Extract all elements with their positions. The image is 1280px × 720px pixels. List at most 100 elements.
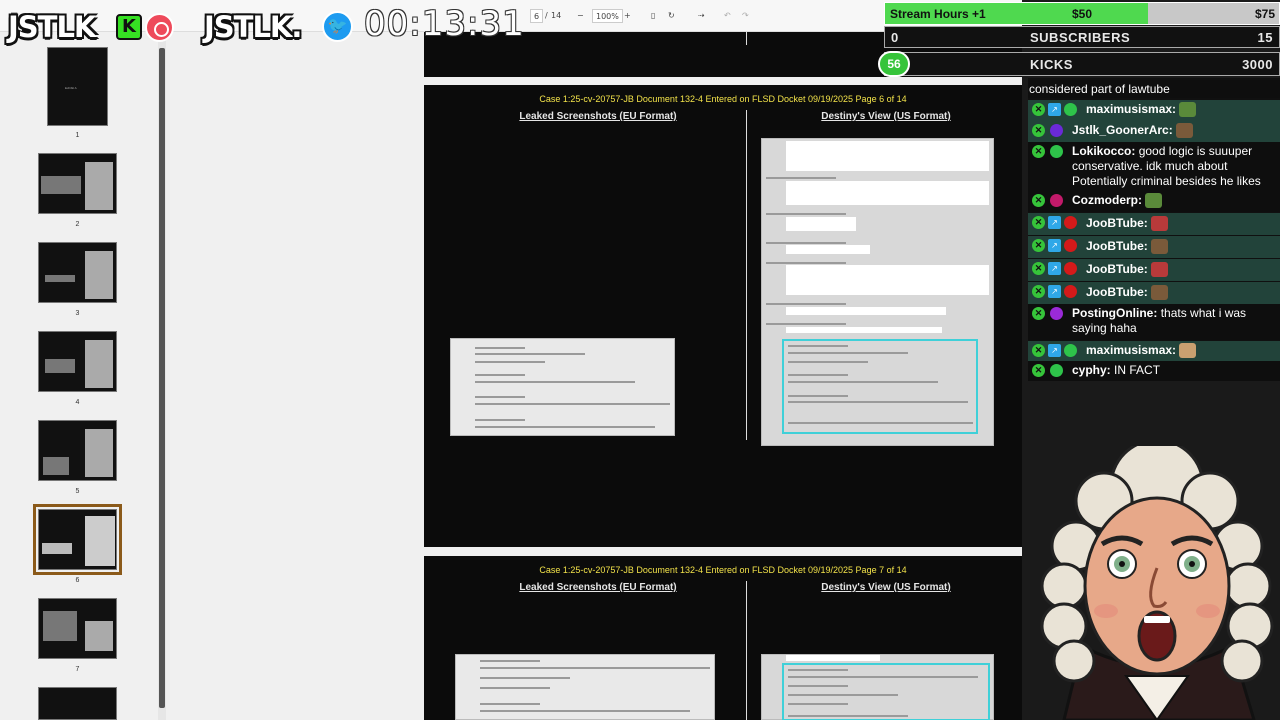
page-header: Case 1:25-cv-20757-JB Document 132-4 Ent… — [539, 94, 907, 104]
page-header: Case 1:25-cv-20757-JB Document 132-4 Ent… — [539, 565, 907, 575]
chat-username: Jstlk_GoonerArc: — [1072, 123, 1173, 137]
thumbnail-number: 5 — [75, 488, 80, 495]
zoom-level[interactable]: 100% — [592, 9, 623, 23]
moderator-x-icon: ✕ — [1032, 145, 1045, 158]
kicks-current: 56 — [878, 51, 910, 77]
pdf-page-6: Case 1:25-cv-20757-JB Document 132-4 Ent… — [424, 85, 1022, 547]
chat-username: Cozmoderp: — [1072, 193, 1142, 207]
chat-username: Lokikocco: — [1072, 144, 1136, 158]
verified-badge-icon: ↗ — [1048, 262, 1061, 275]
left-column-title: Leaked Screenshots (EU Format) — [519, 582, 677, 593]
verified-badge-icon: ↗ — [1048, 344, 1061, 357]
user-badge-icon — [1050, 364, 1063, 377]
destiny-view-screenshot — [761, 654, 994, 720]
chat-username: JooBTube: — [1086, 239, 1148, 253]
thumbnail-page-1[interactable]: Exhibit A — [47, 47, 108, 126]
user-badge-icon — [1064, 344, 1077, 357]
moderator-x-icon: ✕ — [1032, 103, 1045, 116]
chat-message: ✕ Cozmoderp: — [1028, 191, 1280, 212]
fit-page-icon[interactable]: ▯ — [651, 9, 655, 23]
emote-icon — [1151, 216, 1169, 232]
chat-overlay: considered part of lawtube ✕ ↗ maximusis… — [1028, 78, 1280, 381]
chat-message: ✕ cyphy: IN FACT — [1028, 361, 1280, 381]
twitter-icon: 🐦 — [322, 11, 353, 42]
emote-icon — [1179, 343, 1197, 359]
right-column-title: Destiny's View (US Format) — [821, 582, 951, 593]
moderator-x-icon: ✕ — [1032, 124, 1045, 137]
moderator-x-icon: ✕ — [1032, 307, 1045, 320]
chat-username: JooBTube: — [1086, 285, 1148, 299]
stream-timer: 00:13:31 — [364, 4, 525, 44]
redo-icon[interactable]: ↷ — [742, 9, 749, 23]
user-badge-icon — [1064, 285, 1077, 298]
thumbnail-page-3[interactable] — [38, 242, 117, 303]
chat-username: PostingOnline: — [1072, 306, 1158, 320]
pdf-viewer: ≡ 6 / 14 − 100% + ▯ ↻ ⇢ ↶ ↷ Exhibit A 1 … — [0, 0, 1022, 720]
chat-message: ✕ Lokikocco: good logic is suuuper conse… — [1028, 142, 1280, 203]
thumbnail-page-6-selected[interactable] — [33, 504, 122, 575]
page-number-input[interactable]: 6 — [530, 9, 544, 23]
chat-message: ✕ ↗ JooBTube: — [1028, 236, 1280, 258]
thumbnail-scrollbar-handle[interactable] — [159, 48, 165, 708]
page-separator: / — [545, 11, 548, 20]
moderator-x-icon: ✕ — [1032, 262, 1045, 275]
kicks-target: 3000 — [1242, 57, 1273, 72]
kicks-goal: KICKS 3000 — [884, 52, 1280, 76]
stream-hours-target: $75 — [1254, 7, 1275, 21]
emote-icon — [1176, 123, 1194, 139]
tools-icon[interactable]: ⇢ — [698, 9, 705, 23]
undo-icon[interactable]: ↶ — [724, 9, 731, 23]
chat-message: ✕ ↗ maximusismax: — [1028, 341, 1280, 361]
subscribers-current: 0 — [891, 30, 899, 45]
pdf-page-7: Case 1:25-cv-20757-JB Document 132-4 Ent… — [424, 556, 1022, 720]
chat-username: maximusismax: — [1086, 102, 1177, 116]
rotate-icon[interactable]: ↻ — [668, 9, 675, 23]
thumbnail-page-4[interactable] — [38, 331, 117, 392]
thumbnail-label: Exhibit A — [65, 86, 77, 90]
thumbnail-page-5[interactable] — [38, 420, 117, 481]
brand-logo-right: JSTLK. — [204, 10, 302, 44]
verified-badge-icon: ↗ — [1048, 285, 1061, 298]
user-badge-icon — [1050, 145, 1063, 158]
zoom-out-button[interactable]: − — [577, 9, 584, 23]
emote-icon — [1179, 102, 1197, 118]
page-total: 14 — [551, 11, 562, 20]
thumbnail-page-7[interactable] — [38, 598, 117, 659]
user-badge-icon — [1050, 307, 1063, 320]
emote-icon — [1145, 193, 1163, 209]
chat-message: ✕ ↗ JooBTube: — [1028, 259, 1280, 281]
chat-username: maximusismax: — [1086, 343, 1177, 357]
subscribers-target: 15 — [1257, 30, 1273, 45]
stream-hours-label: Stream Hours +1 — [890, 7, 986, 21]
moderator-x-icon: ✕ — [1032, 285, 1045, 298]
right-column-title: Destiny's View (US Format) — [821, 111, 951, 122]
chat-message: ✕ Jstlk_GoonerArc: — [1028, 121, 1280, 142]
thumbnail-page-2[interactable] — [38, 153, 117, 214]
thumbnail-number: 6 — [75, 577, 80, 584]
subscribers-label: SUBSCRIBERS — [1030, 30, 1131, 45]
brand-logo-left: JSTLK — [8, 10, 96, 44]
moderator-x-icon: ✕ — [1032, 216, 1045, 229]
judge-mascot-image — [1040, 446, 1274, 720]
thumbnail-page-8[interactable] — [38, 687, 117, 720]
moderator-x-icon: ✕ — [1032, 344, 1045, 357]
thumbnail-number: 1 — [75, 132, 80, 139]
chat-text: IN FACT — [1114, 363, 1161, 377]
kicks-label: KICKS — [1030, 57, 1073, 72]
zoom-in-button[interactable]: + — [624, 9, 631, 23]
stream-hours-goal: Stream Hours +1 $50 $75 — [884, 2, 1280, 25]
left-column-title: Leaked Screenshots (EU Format) — [519, 111, 677, 122]
user-badge-icon — [1064, 239, 1077, 252]
thumbnail-number: 3 — [75, 310, 80, 317]
chat-message: ✕ PostingOnline: thats what i was saying… — [1028, 304, 1280, 340]
moderator-x-icon: ✕ — [1032, 364, 1045, 377]
user-badge-icon — [1050, 194, 1063, 207]
chat-message: considered part of lawtube — [1028, 80, 1280, 98]
user-badge-icon — [1064, 216, 1077, 229]
stream-screen: ≡ 6 / 14 − 100% + ▯ ↻ ⇢ ↶ ↷ Exhibit A 1 … — [0, 0, 1280, 720]
thumbnail-number: 4 — [75, 399, 80, 406]
chat-username: cyphy: — [1072, 363, 1111, 377]
record-icon — [145, 13, 174, 42]
chat-message: ✕ ↗ JooBTube: — [1028, 213, 1280, 235]
moderator-x-icon: ✕ — [1032, 239, 1045, 252]
